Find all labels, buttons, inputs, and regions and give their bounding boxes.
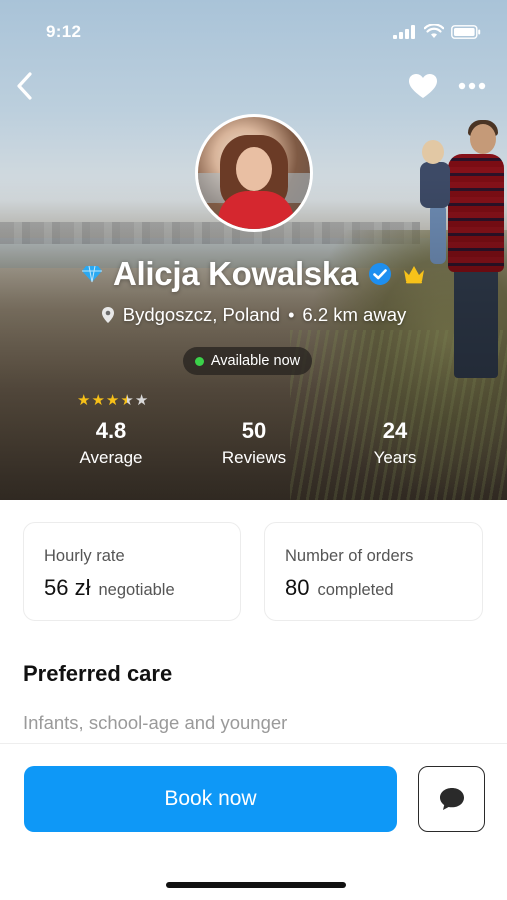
back-chevron-icon: [17, 72, 32, 100]
heart-icon: [409, 74, 437, 98]
stat-average-label: Average: [79, 448, 143, 467]
distance-text: 6.2 km away: [302, 304, 407, 325]
rating-stars: ★ ★ ★ ★ ★: [77, 393, 148, 409]
hourly-rate-note: negotiable: [98, 581, 175, 599]
favorite-button[interactable]: [406, 70, 440, 102]
more-dots-icon: [458, 82, 486, 90]
name-row: Alicja Kowalska: [0, 252, 507, 296]
more-options-button[interactable]: [456, 76, 488, 96]
chat-bubble-icon: [439, 788, 464, 810]
location-pin-icon: [101, 307, 114, 323]
diamond-icon: [82, 265, 103, 283]
stat-average: 4.8 Average: [56, 418, 166, 470]
orders-note: completed: [317, 581, 394, 599]
hourly-rate-title: Hourly rate: [44, 547, 125, 565]
half-star-icon: ★: [120, 392, 134, 409]
status-bar: 9:12: [0, 0, 507, 64]
preferred-care-title: Preferred care: [23, 661, 173, 686]
stat-years-value: 24: [382, 418, 408, 443]
orders-card: Number of orders 80 completed: [264, 522, 483, 621]
verified-badge-icon: [368, 263, 391, 285]
stat-average-value: 4.8: [95, 418, 127, 443]
orders-value: 80: [285, 575, 310, 600]
location-separator: •: [288, 304, 295, 325]
availability-label: Available now: [210, 353, 301, 369]
orders-title: Number of orders: [285, 547, 414, 565]
back-button[interactable]: [8, 68, 40, 104]
star-icon: ★: [91, 392, 105, 409]
star-empty-icon: ★: [134, 392, 149, 409]
location-text: Bydgoszcz, Poland: [122, 304, 281, 325]
status-time: 9:12: [46, 22, 82, 41]
preferred-care-text: Infants, school-age and younger: [23, 712, 288, 733]
book-now-button[interactable]: Book now: [24, 766, 397, 832]
crown-icon: [403, 266, 424, 284]
stat-reviews-value: 50: [241, 418, 267, 443]
home-indicator[interactable]: [166, 882, 346, 888]
stat-years-label: Years: [373, 448, 417, 467]
battery-icon: [451, 24, 481, 39]
hourly-rate-card: Hourly rate 56 zł negotiable: [23, 522, 241, 621]
hourly-rate-value: 56 zł: [44, 575, 91, 600]
star-icon: ★: [105, 392, 120, 409]
wifi-icon: [424, 24, 444, 38]
stat-years: 24 Years: [340, 418, 450, 470]
avatar[interactable]: [195, 114, 313, 232]
star-icon: ★: [77, 392, 91, 409]
availability-badge: Available now: [183, 347, 312, 375]
profile-name: Alicja Kowalska: [113, 255, 358, 292]
signal-icon: [393, 24, 415, 39]
divider: [0, 743, 507, 744]
available-dot: [194, 356, 204, 366]
location-row: Bydgoszcz, Poland • 6.2 km away: [0, 302, 507, 328]
stat-reviews[interactable]: 50 Reviews: [199, 418, 309, 470]
profile-hero: 9:12 Alicja Kowalska Bydgoszcz, Poland •…: [0, 0, 507, 500]
status-icons: [393, 24, 481, 39]
message-button[interactable]: [418, 766, 485, 832]
stat-reviews-label: Reviews: [221, 448, 287, 467]
